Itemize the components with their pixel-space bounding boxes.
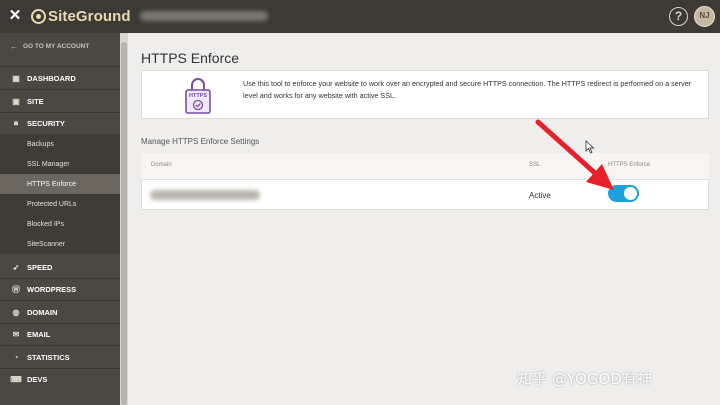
code-icon: ⌨ xyxy=(10,374,22,384)
sidebar-sub-backups[interactable]: Backups xyxy=(0,134,120,154)
sidebar-item-security[interactable]: 🔒︎ SECURITY xyxy=(0,112,120,134)
arrow-left-icon: ← xyxy=(10,41,18,51)
logo-text: SiteGround xyxy=(48,7,131,25)
avatar[interactable]: NJ xyxy=(694,6,715,27)
sidebar-sub-https-enforce[interactable]: HTTPS Enforce xyxy=(0,174,120,194)
sidebar-item-statistics[interactable]: ◔ STATISTICS xyxy=(0,346,120,368)
sub-item-label: SiteScanner xyxy=(27,240,66,248)
dashboard-icon: ▦ xyxy=(12,73,20,83)
sidebar-item-devs[interactable]: ⌨ DEVS xyxy=(0,368,120,390)
rocket-icon: ➶ xyxy=(12,262,20,272)
sub-item-label: SSL Manager xyxy=(27,160,70,168)
back-link-label: GO TO MY ACCOUNT xyxy=(23,42,90,50)
sidebar-item-label: SECURITY xyxy=(27,118,65,128)
chart-icon: ◔ xyxy=(13,352,19,362)
column-header-domain: Domain xyxy=(151,162,172,168)
sidebar-item-email[interactable]: ✉ EMAIL xyxy=(0,323,120,345)
sidebar-item-dashboard[interactable]: ▦ DASHBOARD xyxy=(0,67,120,89)
info-text: Use this tool to enforce your website to… xyxy=(243,79,692,100)
globe-icon: ◍ xyxy=(12,307,20,317)
sidebar-item-label: STATISTICS xyxy=(27,352,70,362)
sidebar-item-label: EMAIL xyxy=(27,329,51,339)
sidebar-sub-protected-urls[interactable]: Protected URLs xyxy=(0,194,120,214)
go-to-my-account-link[interactable]: ← GO TO MY ACCOUNT xyxy=(0,35,120,57)
sub-item-label: Backups xyxy=(27,140,54,148)
logo-mark-icon xyxy=(31,8,46,24)
sub-item-label: HTTPS Enforce xyxy=(27,180,77,188)
sidebar-item-label: DEVS xyxy=(27,374,48,384)
blurred-site-selector[interactable] xyxy=(140,11,268,21)
sidebar-item-wordpress[interactable]: Ⓦ WORDPRESS xyxy=(0,278,120,300)
sidebar-item-label: DOMAIN xyxy=(27,307,58,317)
sidebar-item-label: WORDPRESS xyxy=(27,284,77,294)
watermark: 知乎 @YOGOD有神 xyxy=(517,370,652,388)
envelope-icon: ✉ xyxy=(12,329,20,339)
sidebar-item-label: SPEED xyxy=(27,262,53,272)
https-lock-icon: HTTPS xyxy=(185,78,211,114)
help-button[interactable]: ? xyxy=(669,7,688,26)
lock-icon: 🔒︎ xyxy=(13,118,19,127)
page-title: HTTPS Enforce xyxy=(141,50,240,66)
sidebar-sub-ssl-manager[interactable]: SSL Manager xyxy=(0,154,120,174)
sidebar-item-site[interactable]: ▣ SITE xyxy=(0,90,120,112)
section-label: Manage HTTPS Enforce Settings xyxy=(141,137,260,146)
site-icon: ▣ xyxy=(12,96,20,106)
siteground-logo[interactable]: SiteGround xyxy=(31,6,131,26)
mouse-cursor-icon xyxy=(585,140,595,154)
sidebar-sub-sitescanner[interactable]: SiteScanner xyxy=(0,234,120,254)
wordpress-icon: Ⓦ xyxy=(12,284,20,294)
sidebar-scrollbar[interactable] xyxy=(121,42,127,405)
close-icon[interactable]: ✕ xyxy=(7,7,23,25)
sidebar-item-domain[interactable]: ◍ DOMAIN xyxy=(0,301,120,323)
sub-item-label: Blocked IPs xyxy=(27,220,64,228)
sub-item-label: Protected URLs xyxy=(27,200,77,208)
blurred-domain-name xyxy=(150,190,260,200)
sidebar-sub-blocked-ips[interactable]: Blocked IPs xyxy=(0,214,120,234)
annotation-arrow-icon xyxy=(535,119,614,190)
lock-label: HTTPS xyxy=(189,93,207,99)
sidebar-item-label: SITE xyxy=(27,96,44,106)
sidebar-item-speed[interactable]: ➶ SPEED xyxy=(0,256,120,278)
sidebar-item-label: DASHBOARD xyxy=(27,73,76,83)
